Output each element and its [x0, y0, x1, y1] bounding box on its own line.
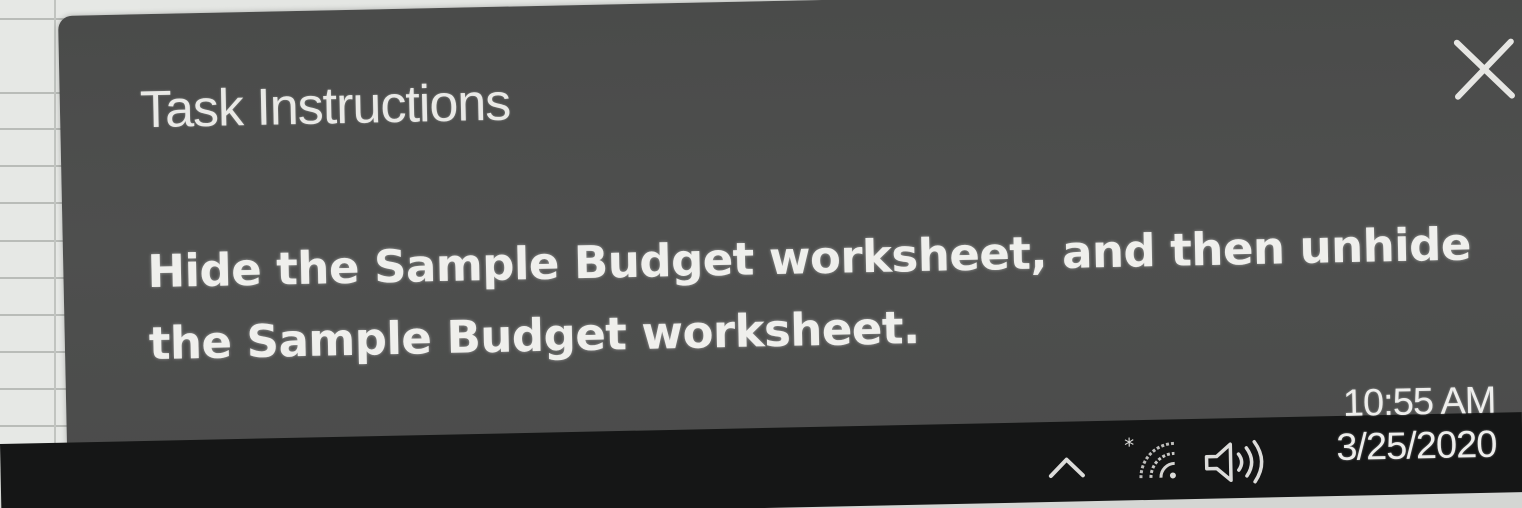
- grid-line: [54, 0, 56, 470]
- wifi-icon[interactable]: *: [1124, 433, 1185, 484]
- chevron-up-icon[interactable]: [1046, 451, 1087, 482]
- clock-time: 10:55 AM: [1342, 379, 1496, 425]
- panel-title: Task Instructions: [139, 73, 511, 140]
- clock-date: 3/25/2020: [1335, 423, 1497, 470]
- svg-text:*: *: [1124, 433, 1134, 457]
- taskbar-clock[interactable]: 10:55 AM 3/25/2020: [1295, 379, 1497, 471]
- close-icon: [1453, 38, 1515, 100]
- task-instruction-text: Hide the Sample Budget worksheet, and th…: [146, 217, 1472, 371]
- speaker-icon[interactable]: [1200, 437, 1271, 486]
- screen: Task Instructions Hide the Sample Budget…: [0, 0, 1522, 508]
- close-button[interactable]: [1449, 33, 1520, 104]
